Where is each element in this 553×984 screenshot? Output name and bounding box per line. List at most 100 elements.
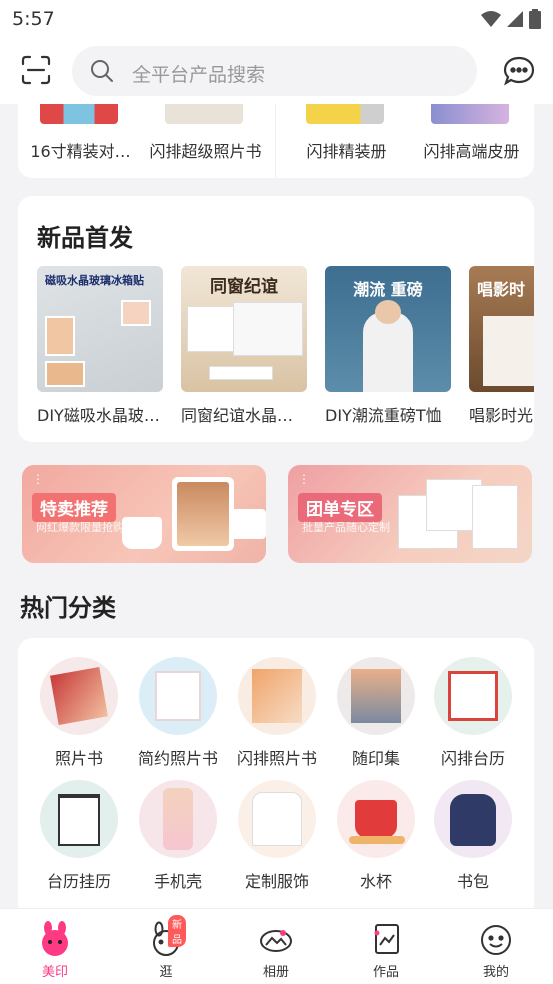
divider (275, 104, 276, 178)
more-icon: ⋮ (298, 472, 310, 486)
photo (450, 794, 496, 846)
product-label: DIY磁吸水晶玻… (37, 406, 160, 425)
category-image (40, 657, 118, 735)
message-icon[interactable] (503, 56, 535, 86)
new-product-item[interactable]: 同窗纪谊 同窗纪谊水晶… (181, 266, 307, 426)
category-label: 书包 (456, 872, 489, 891)
category-item[interactable]: 闪排台历 (423, 657, 523, 769)
album-icon (258, 921, 294, 957)
category-label: 简约照片书 (137, 749, 218, 768)
scan-icon[interactable] (20, 54, 52, 86)
category-image (434, 657, 512, 735)
rabbit-face-icon (37, 921, 73, 957)
photo-frame (187, 306, 239, 352)
banner-tag: 特卖推荐 (32, 493, 116, 522)
category-item[interactable]: 水杯 (326, 780, 426, 892)
category-item[interactable]: 照片书 (29, 657, 129, 769)
photo (252, 792, 302, 846)
new-product-item[interactable]: 磁吸水晶玻璃冰箱贴 DIY磁吸水晶玻… (37, 266, 163, 426)
nav-tab-album[interactable]: 相册 (236, 921, 316, 980)
product-label: 闪排超级照片书 (149, 142, 262, 161)
banner-subtitle: 网红爆款限量抢购 (36, 521, 124, 534)
category-image (238, 657, 316, 735)
section-title: 热门分类 (20, 594, 116, 622)
product-label: 唱影时光 (469, 406, 534, 425)
product-label: 闪排精装册 (306, 142, 387, 161)
bottom-nav: 美印 新品 逛 相册 作品 我的 (0, 908, 553, 984)
new-product-item[interactable]: 唱影时 唱影时光 (469, 266, 534, 426)
nav-label: 逛 (159, 965, 173, 980)
photo-frame (233, 302, 303, 356)
product-label: 闪排高端皮册 (423, 142, 520, 161)
nav-tab-home[interactable]: 美印 (15, 921, 95, 980)
category-label: 闪排台历 (440, 749, 505, 768)
more-icon: ⋮ (32, 472, 44, 486)
product-item[interactable]: 闪排高端皮册 (409, 104, 534, 178)
nav-label: 相册 (262, 965, 289, 980)
photo (448, 671, 498, 721)
photo-frame (209, 366, 273, 380)
product-image: 唱影时 (469, 266, 534, 392)
category-label: 水杯 (359, 872, 392, 891)
product-item[interactable]: 16寸精装对… (18, 104, 143, 178)
category-label: 照片书 (54, 749, 103, 768)
category-image (139, 780, 217, 858)
saucer (349, 836, 405, 844)
category-label: 闪排照片书 (236, 749, 317, 768)
photo (58, 794, 100, 846)
category-label: 手机壳 (153, 872, 202, 891)
product-thumb (306, 104, 384, 124)
photo-frame (172, 477, 234, 551)
photo (252, 669, 302, 723)
rabbit-outline-icon: 新品 (148, 915, 186, 957)
nav-tab-works[interactable]: 作品 (346, 921, 426, 980)
banner-group-order[interactable]: ⋮ 团单专区 批量产品随心定制 (288, 465, 532, 563)
mug-icon (122, 517, 162, 549)
new-product-item[interactable]: 潮流 重磅 DIY潮流重磅T恤 (325, 266, 451, 426)
battery-icon (529, 9, 541, 29)
search-input[interactable]: 全平台产品搜索 (72, 46, 477, 96)
category-image (337, 780, 415, 858)
product-item[interactable]: 闪排超级照片书 (143, 104, 268, 178)
product-thumb (431, 104, 509, 124)
calendar-frame (472, 485, 518, 549)
product-item[interactable]: 闪排精装册 (284, 104, 409, 178)
category-item[interactable]: 定制服饰 (227, 780, 327, 892)
category-item[interactable]: 随印集 (326, 657, 426, 769)
category-image (337, 657, 415, 735)
category-image (139, 657, 217, 735)
banner-tag: 团单专区 (298, 493, 382, 522)
category-image (434, 780, 512, 858)
category-item[interactable]: 闪排照片书 (227, 657, 327, 769)
nav-label: 作品 (372, 965, 399, 980)
photo (163, 788, 193, 850)
photo-magnet (121, 300, 151, 326)
category-image (238, 780, 316, 858)
banner-special-sale[interactable]: ⋮ 特卖推荐 网红爆款限量抢购 (22, 465, 266, 563)
banner-subtitle: 批量产品随心定制 (302, 521, 390, 534)
category-item[interactable]: 书包 (423, 780, 523, 892)
photo (50, 667, 108, 725)
photo-magnet (45, 361, 85, 387)
new-products-card: 新品首发 磁吸水晶玻璃冰箱贴 DIY磁吸水晶玻… 同窗纪谊 同窗纪谊水晶… 潮流… (18, 196, 534, 442)
photo (155, 671, 201, 721)
photo (355, 800, 397, 838)
tshirt-figure (363, 312, 413, 392)
category-label: 定制服饰 (244, 872, 309, 891)
photo-frame (483, 316, 534, 386)
search-placeholder: 全平台产品搜索 (132, 64, 266, 86)
new-badge: 新品 (168, 915, 186, 947)
category-item[interactable]: 手机壳 (128, 780, 228, 892)
works-icon (368, 921, 404, 957)
product-image: 磁吸水晶玻璃冰箱贴 (37, 266, 163, 392)
category-item[interactable]: 简约照片书 (128, 657, 228, 769)
nav-tab-browse[interactable]: 新品 逛 (126, 915, 206, 980)
product-label: DIY潮流重磅T恤 (325, 406, 442, 425)
status-bar: 5:57 (0, 0, 553, 38)
nav-label: 我的 (482, 965, 509, 980)
category-item[interactable]: 台历挂历 (29, 780, 129, 892)
nav-tab-profile[interactable]: 我的 (456, 921, 536, 980)
image-caption: 同窗纪谊 (210, 277, 278, 297)
product-thumb (165, 104, 243, 124)
person-head (375, 300, 401, 324)
